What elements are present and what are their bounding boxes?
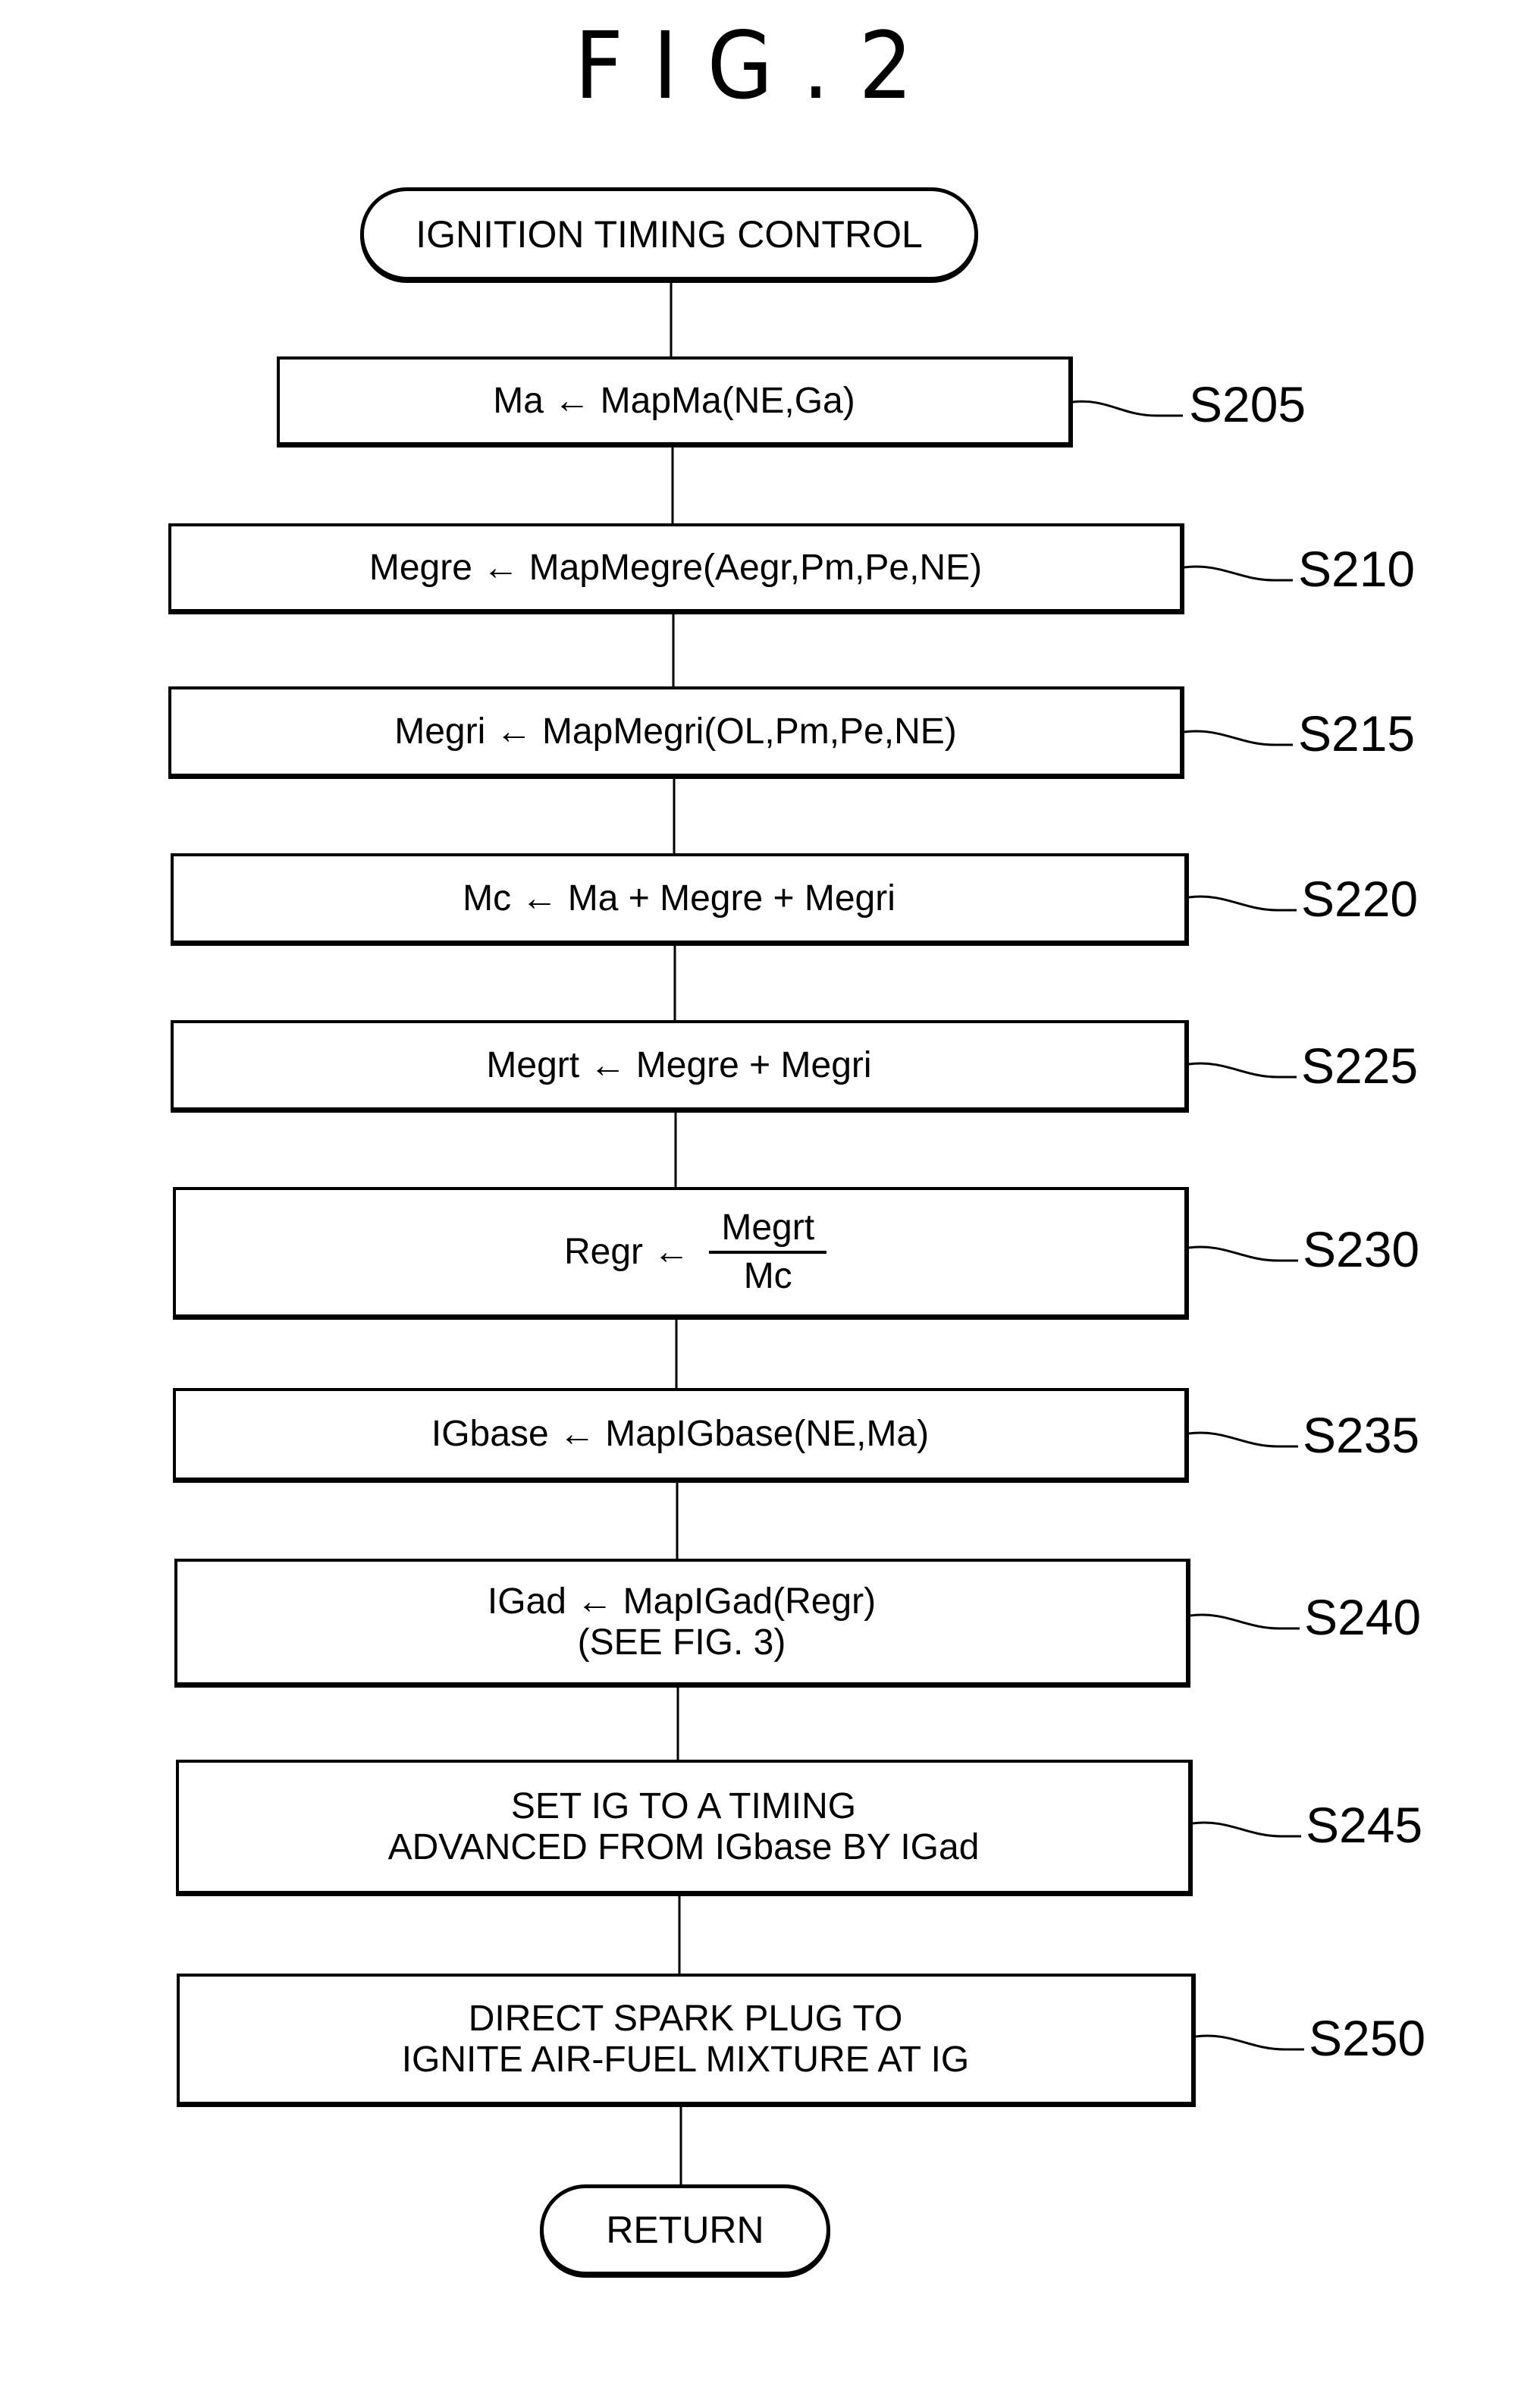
step-label-s210: S210: [1298, 541, 1416, 597]
fraction: Megrt Mc: [709, 1207, 827, 1298]
step-text: Ma ← MapMa(NE,Ga): [493, 380, 855, 421]
step-label-s220: S220: [1301, 871, 1419, 927]
process-step-s215: Megri ← MapMegri(OL,Pm,Pe,NE): [168, 686, 1184, 779]
leader-s250: [1195, 2034, 1304, 2051]
process-step-s245: SET IG TO A TIMING ADVANCED FROM IGbase …: [176, 1760, 1193, 1896]
fraction-denominator: Mc: [743, 1256, 792, 1296]
leader-s240: [1190, 1613, 1300, 1630]
return-terminator: RETURN: [540, 2184, 830, 2275]
step-label-s250: S250: [1309, 2010, 1426, 2066]
step-label-s215: S215: [1298, 705, 1416, 762]
leader-s245: [1192, 1821, 1301, 1838]
step-text: IGbase ← MapIGbase(NE,Ma): [431, 1414, 930, 1454]
leader-s235: [1188, 1431, 1298, 1448]
step-label-s235: S235: [1303, 1407, 1420, 1463]
step-text-line-1: IGad ← MapIGad(Regr): [487, 1581, 877, 1622]
return-terminator-label: RETURN: [606, 2209, 764, 2251]
start-terminator: IGNITION TIMING CONTROL: [360, 187, 978, 281]
process-step-s235: IGbase ← MapIGbase(NE,Ma): [173, 1388, 1189, 1483]
figure-title: FIG.2: [574, 12, 943, 120]
fraction-expression: Regr ← Megrt Mc: [563, 1207, 827, 1298]
fraction-numerator: Megrt: [709, 1207, 827, 1254]
step-text-line-2: (SEE FIG. 3): [577, 1622, 786, 1663]
leader-s205: [1072, 400, 1183, 417]
leader-s220: [1188, 895, 1297, 912]
step-text: Megri ← MapMegri(OL,Pm,Pe,NE): [394, 711, 957, 752]
leader-s215: [1184, 730, 1293, 746]
leader-s210: [1184, 565, 1293, 582]
step-label-s225: S225: [1301, 1038, 1419, 1094]
leader-s225: [1188, 1062, 1297, 1079]
step-text-line-1: SET IG TO A TIMING: [510, 1785, 857, 1826]
process-step-s210: Megre ← MapMegre(Aegr,Pm,Pe,NE): [168, 523, 1184, 614]
step-text: Megre ← MapMegre(Aegr,Pm,Pe,NE): [369, 547, 983, 588]
step-text: Megrt ← Megre + Megri: [486, 1044, 872, 1085]
step-label-s245: S245: [1306, 1797, 1423, 1853]
start-terminator-label: IGNITION TIMING CONTROL: [416, 212, 923, 256]
process-step-s250: DIRECT SPARK PLUG TO IGNITE AIR-FUEL MIX…: [177, 1974, 1196, 2107]
step-text-line-2: IGNITE AIR-FUEL MIXTURE AT IG: [401, 2039, 970, 2080]
step-label-s230: S230: [1303, 1221, 1420, 1277]
process-step-s220: Mc ← Ma + Megre + Megri: [171, 853, 1189, 946]
step-text-line-1: DIRECT SPARK PLUG TO: [468, 1998, 903, 2039]
step-label-s205: S205: [1189, 376, 1306, 432]
process-step-s205: Ma ← MapMa(NE,Ga): [277, 356, 1073, 448]
process-step-s225: Megrt ← Megre + Megri: [171, 1020, 1189, 1113]
step-text-line-2: ADVANCED FROM IGbase BY IGad: [387, 1826, 980, 1867]
process-step-s240: IGad ← MapIGad(Regr) (SEE FIG. 3): [174, 1559, 1190, 1688]
fraction-lhs: Regr ←: [563, 1232, 690, 1272]
leader-s230: [1188, 1245, 1298, 1262]
step-label-s240: S240: [1304, 1589, 1422, 1645]
process-step-s230: Regr ← Megrt Mc: [173, 1187, 1189, 1320]
step-text: Mc ← Ma + Megre + Megri: [463, 878, 895, 919]
